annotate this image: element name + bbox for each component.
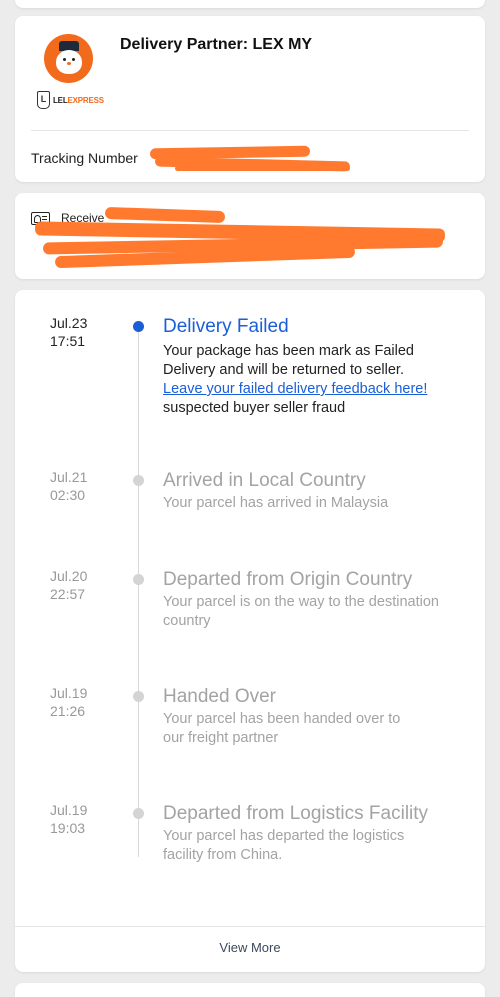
status-dot: [133, 574, 144, 585]
event-description: Your parcel has departed the logistics f…: [163, 828, 405, 863]
view-more-button[interactable]: View More: [15, 940, 485, 955]
partner-title: Delivery Partner: LEX MY: [120, 36, 313, 53]
event-description: Your parcel is on the way to the destina…: [163, 594, 439, 629]
lex-mascot-logo: [44, 34, 93, 83]
event-title: Arrived in Local Country: [163, 470, 366, 491]
event-title: Departed from Origin Country: [163, 569, 413, 590]
tracking-number-label: Tracking Number: [31, 150, 138, 166]
divider: [15, 926, 485, 927]
receiver-card: Receive: [15, 193, 485, 279]
divider: [31, 130, 469, 131]
failed-delivery-feedback-link[interactable]: Leave your failed delivery feedback here…: [163, 381, 427, 397]
tracking-timeline-card: Jul.23 17:51 Delivery Failed Your packag…: [15, 290, 485, 972]
delivery-partner-card: L LELEXPRESS Delivery Partner: LEX MY Tr…: [15, 16, 485, 182]
event-title: Departed from Logistics Facility: [163, 803, 429, 824]
next-card: [15, 983, 485, 997]
event-description: Your parcel has arrived in Malaysia: [163, 495, 389, 511]
event-datetime: Jul.20 22:57: [50, 568, 88, 602]
redaction-mark: [175, 166, 350, 171]
lex-express-logo: L LELEXPRESS: [37, 91, 104, 109]
event-datetime: Jul.23 17:51: [50, 315, 88, 349]
event-datetime: Jul.19 21:26: [50, 685, 88, 719]
event-title: Delivery Failed: [163, 316, 289, 337]
event-title: Handed Over: [163, 686, 277, 707]
status-dot: [133, 475, 144, 486]
status-dot: [133, 808, 144, 819]
event-description: Your package has been mark as Failed Del…: [163, 343, 428, 416]
event-datetime: Jul.19 19:03: [50, 802, 88, 836]
status-dot: [133, 691, 144, 702]
status-dot-active: [133, 321, 144, 332]
event-description: Your parcel has been handed over to our …: [163, 711, 401, 746]
previous-card: [15, 0, 485, 8]
redaction-mark: [104, 206, 226, 224]
timeline-line: [138, 327, 139, 857]
lex-mark-icon: L: [37, 91, 50, 109]
event-datetime: Jul.21 02:30: [50, 469, 88, 503]
